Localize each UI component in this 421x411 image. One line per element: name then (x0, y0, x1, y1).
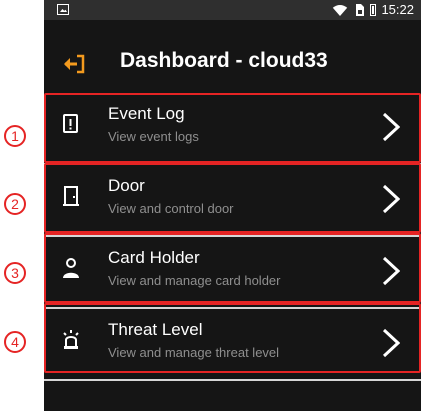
status-right: 15:22 (332, 2, 414, 18)
annotation-box-2 (44, 163, 421, 233)
image-icon (57, 4, 69, 15)
annotation-box-3 (44, 233, 421, 303)
clock: 15:22 (381, 2, 414, 17)
wifi-icon (333, 4, 348, 16)
annotation-number-1: 1 (4, 125, 26, 147)
annotation-number-3: 3 (4, 262, 26, 284)
battery-icon (370, 4, 377, 16)
app-bar: Dashboard - cloud33 (44, 20, 421, 88)
annotation-number-4: 4 (4, 331, 26, 353)
annotation-box-1 (44, 93, 421, 163)
sim-icon (356, 4, 365, 16)
logout-icon[interactable] (63, 52, 87, 76)
status-bar: 15:22 (44, 0, 421, 20)
annotation-number-2: 2 (4, 193, 26, 215)
page-title: Dashboard - cloud33 (120, 49, 328, 72)
annotation-box-4 (44, 303, 421, 373)
